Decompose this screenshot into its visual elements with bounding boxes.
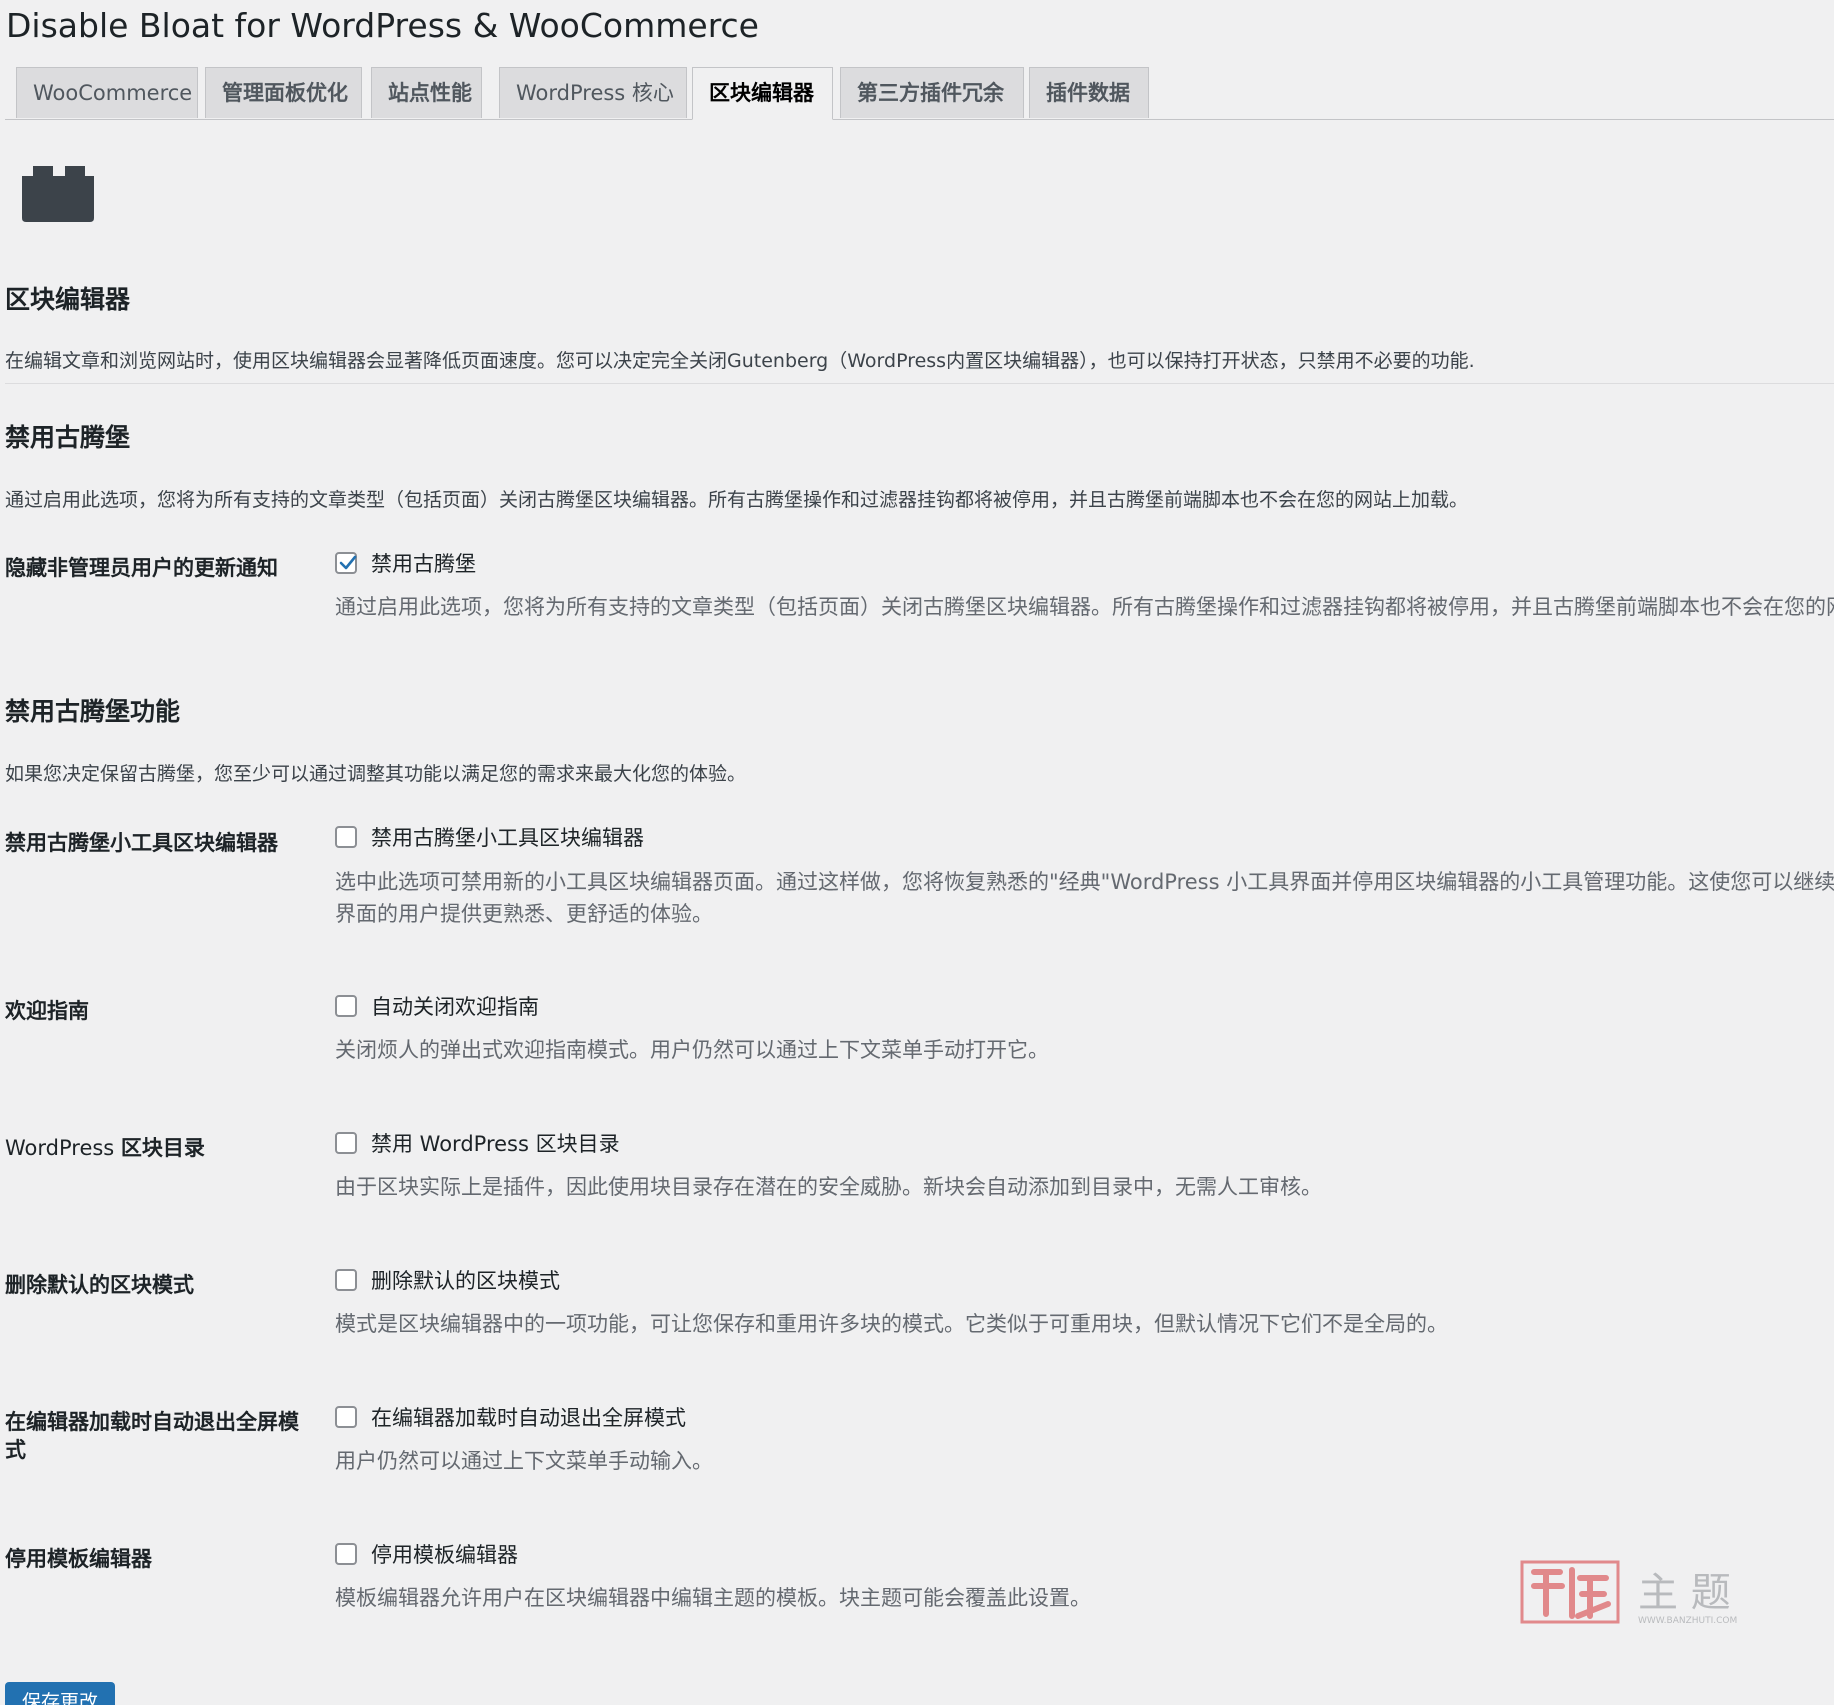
tab-woocommerce[interactable]: WooCommerce — [16, 67, 198, 118]
settings-page: Disable Bloat for WordPress & WooCommerc… — [0, 0, 1834, 1705]
checkbox-label-widget-block-editor[interactable]: 禁用古腾堡小工具区块编辑器 — [371, 824, 644, 852]
setting-help-block-directory: 由于区块实际上是插件，因此使用块目录存在潜在的安全威胁。新块会自动添加到目录中，… — [335, 1175, 1322, 1199]
checkbox-exit-fullscreen[interactable] — [335, 1406, 357, 1428]
checkbox-template-editor[interactable] — [335, 1543, 357, 1565]
setting-label-template-editor: 停用模板编辑器 — [5, 1547, 152, 1571]
watermark-text: 主 题 — [1638, 1570, 1731, 1616]
tab-wordpress-core[interactable]: WordPress 核心 — [499, 67, 687, 118]
tab-plugin-data[interactable]: 插件数据 — [1029, 67, 1149, 118]
page-title: Disable Bloat for WordPress & WooCommerc… — [6, 6, 759, 45]
checkbox-label-template-editor[interactable]: 停用模板编辑器 — [371, 1541, 518, 1569]
save-button[interactable]: 保存更改 — [5, 1682, 115, 1705]
checkbox-welcome-guide[interactable] — [335, 995, 357, 1017]
watermark-logo: 主 题 WWW.BANZHUTI.COM — [1520, 1558, 1750, 1630]
setting-help-exit-fullscreen: 用户仍然可以通过上下文菜单手动输入。 — [335, 1449, 713, 1473]
setting-label-welcome-guide: 欢迎指南 — [5, 999, 89, 1023]
section-description-disable-gutenberg: 通过启用此选项，您将为所有支持的文章类型（包括页面）关闭古腾堡区块编辑器。所有古… — [5, 489, 1469, 511]
section-title-gutenberg-features: 禁用古腾堡功能 — [5, 697, 181, 726]
setting-help-block-patterns: 模式是区块编辑器中的一项功能，可让您保存和重用许多块的模式。它类似于可重用块，但… — [335, 1312, 1448, 1336]
checkbox-block-patterns[interactable] — [335, 1269, 357, 1291]
checkbox-disable-gutenberg[interactable] — [335, 552, 357, 574]
setting-label-hide-update-notices: 隐藏非管理员用户的更新通知 — [5, 556, 278, 580]
checkbox-label-welcome-guide[interactable]: 自动关闭欢迎指南 — [371, 993, 539, 1021]
checkbox-label-disable-gutenberg[interactable]: 禁用古腾堡 — [371, 550, 476, 578]
tab-bar: WooCommerce 管理面板优化 站点性能 WordPress 核心 区块编… — [5, 67, 1834, 120]
tab-block-editor[interactable]: 区块编辑器 — [692, 67, 833, 120]
tab-admin-panel[interactable]: 管理面板优化 — [205, 67, 362, 118]
setting-label-block-directory: WordPress 区块目录 — [5, 1134, 305, 1162]
setting-help-welcome-guide: 关闭烦人的弹出式欢迎指南模式。用户仍然可以通过上下文菜单手动打开它。 — [335, 1038, 1049, 1062]
section-description-gutenberg-features: 如果您决定保留古腾堡，您至少可以通过调整其功能以满足您的需求来最大化您的体验。 — [5, 763, 747, 785]
checkmark-icon — [339, 555, 357, 570]
setting-help-widget-block-editor-line2: 界面的用户提供更熟悉、更舒适的体验。 — [335, 902, 713, 926]
tab-third-party-plugins[interactable]: 第三方插件冗余 — [840, 67, 1024, 118]
setting-help-disable-gutenberg: 通过启用此选项，您将为所有支持的文章类型（包括页面）关闭古腾堡区块编辑器。所有古… — [335, 595, 1834, 619]
divider — [5, 383, 1834, 384]
checkbox-label-block-directory[interactable]: 禁用 WordPress 区块目录 — [371, 1130, 620, 1158]
watermark-subtext: WWW.BANZHUTI.COM — [1638, 1616, 1738, 1626]
label-prefix: WordPress — [5, 1136, 121, 1160]
checkbox-label-block-patterns[interactable]: 删除默认的区块模式 — [371, 1267, 560, 1295]
section-title-block-editor: 区块编辑器 — [5, 285, 131, 314]
setting-label-block-patterns: 删除默认的区块模式 — [5, 1273, 194, 1297]
checkbox-block-directory[interactable] — [335, 1132, 357, 1154]
checkbox-widget-block-editor[interactable] — [335, 826, 357, 848]
setting-label-widget-block-editor: 禁用古腾堡小工具区块编辑器 — [5, 831, 278, 855]
label-main: 区块目录 — [120, 1136, 205, 1160]
section-title-disable-gutenberg: 禁用古腾堡 — [5, 423, 131, 452]
checkbox-label-exit-fullscreen[interactable]: 在编辑器加载时自动退出全屏模式 — [371, 1404, 686, 1432]
setting-help-template-editor: 模板编辑器允许用户在区块编辑器中编辑主题的模板。块主题可能会覆盖此设置。 — [335, 1586, 1091, 1610]
setting-help-widget-block-editor: 选中此选项可禁用新的小工具区块编辑器页面。通过这样做，您将恢复熟悉的"经典"Wo… — [335, 870, 1834, 894]
section-description-block-editor: 在编辑文章和浏览网站时，使用区块编辑器会显著降低页面速度。您可以决定完全关闭Gu… — [5, 350, 1475, 372]
block-icon — [22, 166, 94, 222]
setting-label-exit-fullscreen: 在编辑器加载时自动退出全屏模式 — [5, 1410, 299, 1462]
tab-site-performance[interactable]: 站点性能 — [371, 67, 482, 118]
